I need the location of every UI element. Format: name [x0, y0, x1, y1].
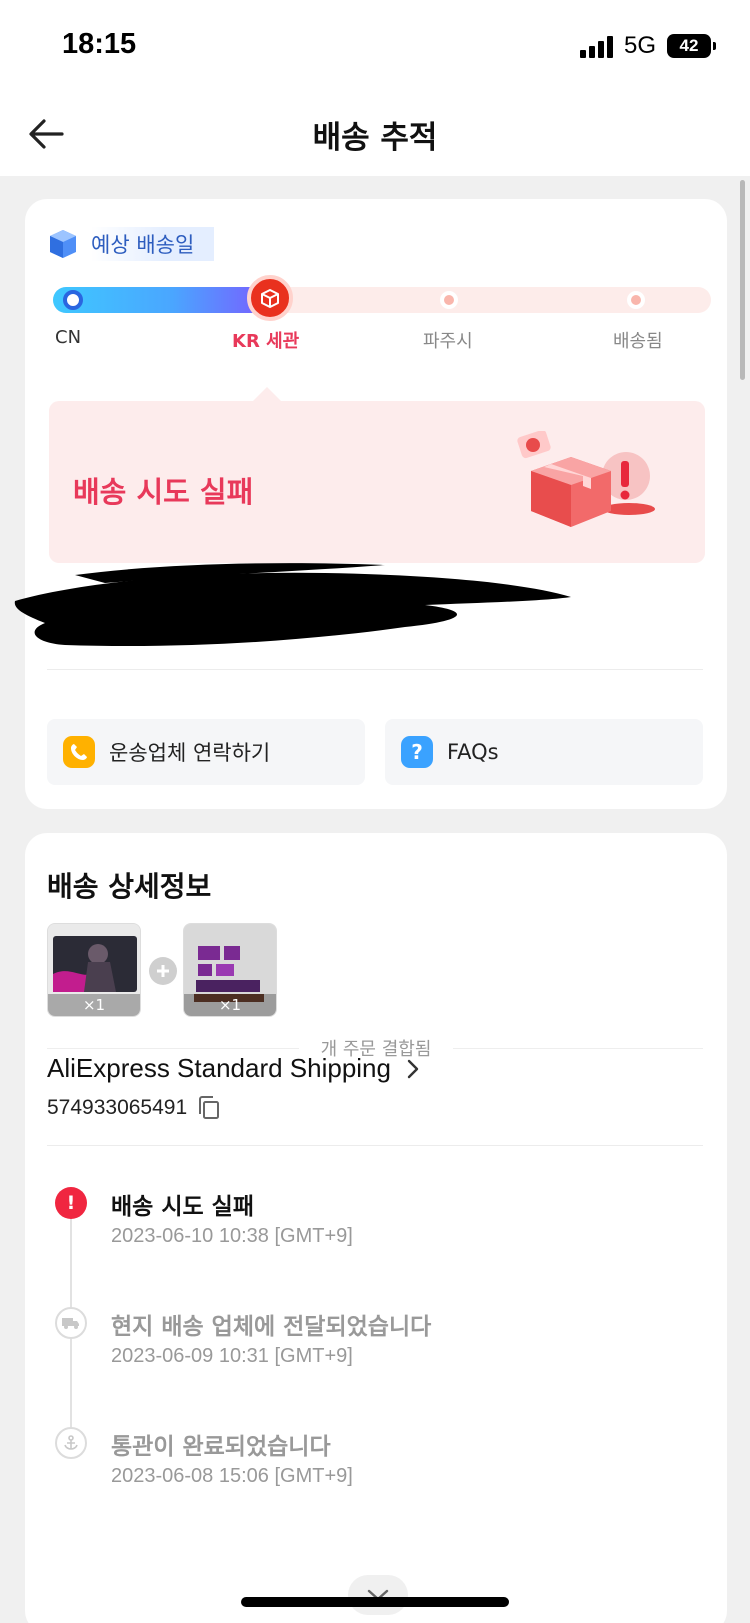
event-date: 2023-06-08 15:06 [GMT+9]	[111, 1465, 353, 1487]
expand-button[interactable]	[348, 1575, 408, 1615]
status-banner-text: 배송 시도 실패	[73, 475, 254, 509]
network-label: 5G	[624, 32, 657, 59]
event-title: 배송 시도 실패	[111, 1194, 254, 1220]
product-thumbnail[interactable]: ×1	[47, 923, 141, 1017]
item-quantity: ×1	[48, 994, 140, 1016]
stage-dot-pending	[440, 291, 458, 309]
product-thumbnail[interactable]: ×1	[183, 923, 277, 1017]
stage-label-delivered: 배송됨	[613, 331, 663, 352]
stage-label-city: 파주시	[423, 331, 473, 352]
truck-icon	[55, 1307, 87, 1339]
event-date: 2023-06-10 10:38 [GMT+9]	[111, 1225, 353, 1247]
shipping-detail-card: 배송 상세정보 ×1 ×1 개 주문 결합됨 AliExpress Standa…	[25, 833, 727, 1623]
faqs-label: FAQs	[447, 740, 499, 764]
chevron-right-icon	[407, 1059, 419, 1078]
progress-track	[53, 287, 711, 313]
divider	[47, 669, 703, 670]
stage-dot-pending	[627, 291, 645, 309]
carrier-name: AliExpress Standard Shipping	[47, 1053, 391, 1083]
divider	[47, 1145, 703, 1146]
event-title: 현지 배송 업체에 전달되었습니다	[111, 1314, 432, 1340]
nav-bar: 배송 추적	[0, 92, 750, 176]
status-banner: 배송 시도 실패	[49, 401, 705, 563]
carrier-link[interactable]: AliExpress Standard Shipping	[47, 1053, 421, 1084]
scrollbar[interactable]	[740, 180, 745, 380]
signal-icon	[580, 36, 613, 58]
battery-icon: 42	[667, 34, 711, 58]
package-icon	[50, 230, 76, 258]
box-icon	[261, 289, 279, 308]
item-quantity: ×1	[184, 994, 276, 1016]
plus-icon	[149, 957, 177, 985]
question-icon: ?	[401, 736, 433, 768]
tracking-number-row: 574933065491	[47, 1095, 221, 1121]
contact-carrier-label: 운송업체 연락하기	[109, 741, 271, 765]
detail-title: 배송 상세정보	[47, 870, 212, 903]
stage-dot-origin	[63, 290, 83, 310]
status-bar: 18:15 5G 42	[0, 0, 750, 92]
redacted-address	[14, 563, 572, 647]
page-title: 배송 추적	[312, 120, 438, 156]
status-pointer	[253, 387, 281, 401]
stage-label-customs: KR 세관	[232, 331, 300, 352]
faqs-button[interactable]: ? FAQs	[385, 719, 703, 785]
failed-delivery-illustration	[517, 431, 655, 527]
home-indicator[interactable]	[241, 1597, 509, 1607]
progress-fill	[53, 287, 271, 313]
event-date: 2023-06-09 10:31 [GMT+9]	[111, 1345, 353, 1367]
battery-tip	[713, 42, 716, 50]
tracking-card: 예상 배송일 CN KR 세관 파주시 배송됨 배송 시도 실패 운송업체 연락…	[14, 199, 727, 809]
stage-label-cn: CN	[55, 327, 82, 348]
event-title: 통관이 완료되었습니다	[111, 1434, 331, 1460]
contact-carrier-button[interactable]: 운송업체 연락하기	[47, 719, 365, 785]
estimated-delivery[interactable]: 예상 배송일	[47, 227, 215, 261]
phone-icon	[63, 736, 95, 768]
estimated-delivery-label: 예상 배송일	[91, 227, 215, 261]
copy-icon[interactable]	[197, 1095, 221, 1121]
status-time: 18:15	[62, 28, 137, 60]
tracking-number: 574933065491	[47, 1096, 188, 1119]
anchor-icon	[55, 1427, 87, 1459]
stage-dot-current	[247, 275, 293, 321]
alert-icon: !	[55, 1187, 87, 1219]
